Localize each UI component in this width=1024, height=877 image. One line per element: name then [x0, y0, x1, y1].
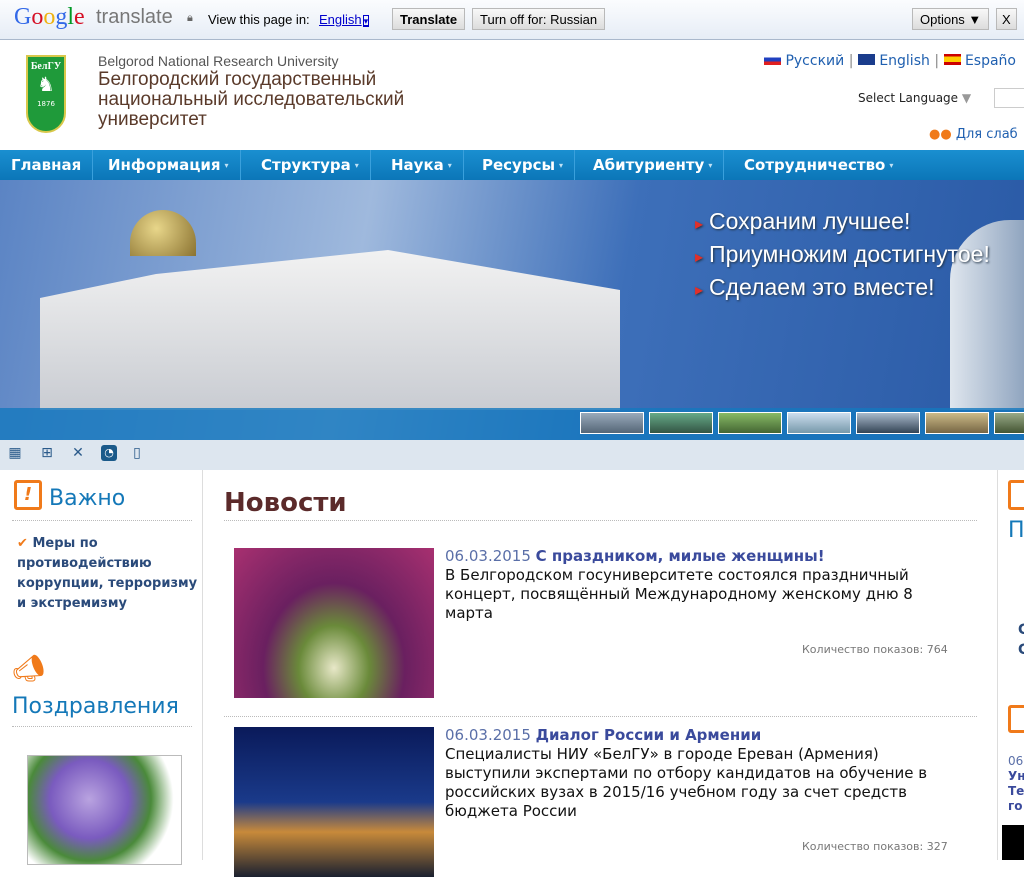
folder-icon — [1008, 480, 1024, 510]
observatory-dome — [130, 210, 196, 256]
close-button[interactable]: X — [996, 8, 1017, 30]
nav-home[interactable]: Главная — [0, 150, 94, 180]
thumbnail[interactable] — [649, 412, 713, 434]
news-item: 06.03.2015 С праздником, милые женщины! В… — [445, 547, 913, 622]
thumbnail[interactable] — [994, 412, 1024, 434]
translate-button[interactable]: Translate — [392, 8, 466, 30]
toolbar-icons: ▦ ⊞ ✕ ◔ ▯ — [0, 440, 1024, 470]
rss-icon[interactable]: ◔ — [101, 445, 117, 461]
right-sidebar: П СС 06 УнТего — [997, 470, 1024, 860]
russia-flag-icon — [764, 54, 781, 65]
congrats-heading: Поздравления — [12, 694, 179, 719]
news-image[interactable] — [234, 727, 434, 877]
anticorruption-link[interactable]: ✔ Меры по противодействию коррупции, тер… — [17, 534, 207, 614]
nav-structure[interactable]: Структура ▾ — [250, 150, 371, 180]
site-header: БелГУ ♞ 1876 Belgorod National Research Un… — [0, 41, 1024, 150]
monitor-icon — [1008, 705, 1024, 733]
select-language-dropdown[interactable]: Select Language ▼ — [858, 91, 971, 105]
slogan-3: Сделаем это вместе! — [695, 274, 934, 301]
right-date: 06 — [1008, 754, 1024, 768]
thumbnail-strip — [0, 408, 1024, 440]
nav-applicants[interactable]: Абитуриенту ▾ — [582, 150, 725, 180]
left-sidebar: ! Важно ✔ Меры по противодействию корруп… — [2, 470, 203, 865]
lang-russian[interactable]: Русский — [785, 53, 844, 69]
lock-icon: 🔒︎ — [187, 12, 193, 24]
glasses-icon: ●● — [929, 127, 952, 142]
important-heading: Важно — [49, 486, 126, 511]
thumbnail[interactable] — [925, 412, 989, 434]
university-logo[interactable]: БелГУ ♞ 1876 — [26, 55, 66, 133]
buildings-icon[interactable]: ▦ — [7, 445, 23, 461]
view-count: Количество показов: 764 — [802, 643, 948, 656]
tools-icon[interactable]: ✕ — [70, 445, 86, 461]
google-logo: Google — [14, 4, 85, 30]
accessibility-link[interactable]: ●● Для слаб — [929, 127, 1018, 142]
right-heading: П — [1008, 518, 1024, 543]
important-icon: ! — [14, 480, 42, 510]
megaphone-icon: 📣︎ — [12, 654, 46, 684]
slogan-1: Сохраним лучшее! — [695, 208, 910, 235]
search-input[interactable] — [994, 88, 1024, 108]
google-translate-bar: Google translate 🔒︎ View this page in: E… — [0, 0, 1024, 40]
thumbnail[interactable] — [718, 412, 782, 434]
nav-science[interactable]: Наука ▾ — [380, 150, 464, 180]
banner: Сохраним лучшее! Приумножим достигнутое!… — [0, 180, 1024, 440]
university-name: Белгородский государственный национальный… — [98, 69, 405, 130]
news-title-link[interactable]: Диалог России и Армении — [536, 726, 762, 744]
womens-day-card-image[interactable] — [27, 755, 182, 865]
news-item: 06.03.2015 Диалог России и Армении Специа… — [445, 726, 928, 820]
right-links[interactable]: СС — [1018, 620, 1024, 660]
dark-image — [1002, 825, 1024, 860]
news-title-link[interactable]: С праздником, милые женщины! — [536, 547, 825, 565]
language-links: Русский | English | Españo — [764, 53, 1016, 69]
lang-spanish[interactable]: Españo — [965, 53, 1016, 69]
check-icon: ✔ — [17, 536, 28, 551]
nav-cooperation[interactable]: Сотрудничество ▾ — [733, 150, 904, 180]
news-image[interactable] — [234, 548, 434, 698]
sitemap-icon[interactable]: ⊞ — [39, 445, 55, 461]
options-button[interactable]: Options ▼ — [912, 8, 990, 30]
mobile-icon[interactable]: ▯ — [129, 445, 145, 461]
spain-flag-icon — [943, 54, 961, 65]
thumbnail[interactable] — [787, 412, 851, 434]
nav-info[interactable]: Информация ▾ — [97, 150, 241, 180]
turn-off-button[interactable]: Turn off for: Russian — [472, 8, 606, 30]
main-nav: Главная Информация ▾ Структура ▾ Наука ▾ Ре… — [0, 150, 1024, 180]
news-heading: Новости — [224, 488, 347, 518]
university-building-image — [40, 250, 620, 410]
uk-flag-icon — [857, 54, 875, 65]
thumbnail[interactable] — [580, 412, 644, 434]
lang-english[interactable]: English — [879, 53, 930, 69]
right-news-link[interactable]: Ун Те го — [1008, 769, 1024, 814]
view-count: Количество показов: 327 — [802, 840, 948, 853]
language-select[interactable]: English ▾ — [319, 12, 370, 27]
nav-resources[interactable]: Ресурсы ▾ — [471, 150, 576, 180]
slogan-2: Приумножим достигнутое! — [695, 241, 990, 268]
thumbnail[interactable] — [856, 412, 920, 434]
